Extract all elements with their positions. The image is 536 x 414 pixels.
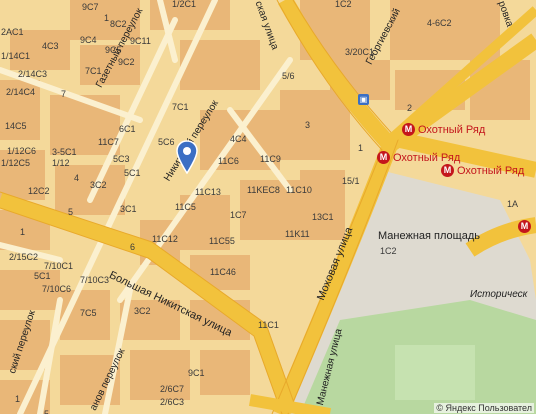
house-number: 11K11: [285, 229, 310, 239]
bus-stop-icon[interactable]: ▣: [358, 94, 369, 105]
house-number: 5: [44, 409, 50, 414]
house-number: 7C1: [172, 102, 189, 112]
house-number: 4: [74, 173, 80, 183]
house-number: 7C5: [80, 308, 97, 318]
house-number: 4C4: [230, 134, 247, 144]
place-label: Историческ: [470, 289, 528, 300]
metro-station-name: Охотный Ряд: [457, 164, 525, 177]
house-number: 1: [15, 394, 21, 404]
house-number: 1C7: [230, 210, 247, 220]
house-number: 11C10: [286, 185, 312, 195]
house-number: 15/1: [342, 176, 360, 186]
house-number: 4-6C2: [427, 18, 452, 28]
map-canvas[interactable]: 9C7 1/2C1 1C2 8C2 2AC1 9C4 4C3 9C5 9C11 …: [0, 0, 536, 414]
house-number: 1/2C1: [172, 0, 197, 9]
house-number: 7/10C6: [42, 284, 72, 294]
house-number: 1C2: [380, 246, 397, 256]
house-number: 2AC1: [1, 27, 24, 37]
location-pin-icon[interactable]: [176, 140, 198, 174]
house-number: 5/6: [282, 71, 295, 81]
metro-station[interactable]: M Охотный Ряд: [377, 151, 460, 164]
house-number: 13C1: [312, 212, 334, 222]
place-label: Манежная площадь: [378, 230, 480, 242]
house-number: 2/14C4: [6, 87, 36, 97]
house-number: 14C5: [5, 121, 27, 131]
house-number: 9C1: [188, 368, 205, 378]
house-number: 11C46: [210, 267, 236, 277]
park-lawn: [395, 345, 475, 400]
house-number: 11C13: [195, 187, 221, 197]
house-number: 9C2: [118, 57, 135, 67]
house-number: 3C2: [90, 180, 107, 190]
copyright-notice[interactable]: © Яндекс Пользовател: [434, 403, 534, 413]
house-number: 11C55: [209, 236, 235, 246]
house-number: 2/15C2: [9, 252, 39, 262]
house-number: 7: [61, 89, 67, 99]
house-number: 6C1: [119, 124, 136, 134]
house-number: 12C2: [28, 186, 50, 196]
house-number: 11C6: [218, 156, 239, 166]
metro-icon: M: [441, 164, 454, 177]
house-number: 2/14C3: [18, 69, 48, 79]
metro-station-name: Охотный Ряд: [418, 123, 486, 136]
house-number: 3-5C1: [52, 147, 77, 157]
house-number: 4C3: [42, 41, 59, 51]
house-number: 2: [407, 103, 413, 113]
house-number: 2/6C3: [160, 397, 185, 407]
house-number: 5: [68, 207, 74, 217]
house-number: 5C1: [124, 168, 141, 178]
metro-station[interactable]: M Охотный Ряд: [402, 123, 485, 136]
metro-icon: M: [377, 151, 390, 164]
house-number: 2/6C7: [160, 384, 185, 394]
metro-station[interactable]: M: [518, 220, 531, 233]
house-number: 5C1: [34, 271, 51, 281]
house-number: 7/10C3: [80, 275, 110, 285]
house-number: 5C6: [158, 137, 175, 147]
house-number: 1: [104, 13, 110, 23]
house-number: 3: [305, 120, 311, 130]
house-number: 1C2: [335, 0, 352, 9]
house-number: 1: [358, 143, 364, 153]
metro-station-name: Охотный Ряд: [393, 151, 461, 164]
metro-icon: M: [402, 123, 415, 136]
metro-icon: M: [518, 220, 531, 233]
house-number: 11C7: [98, 137, 119, 147]
house-number: 1/12: [52, 158, 70, 168]
house-number: 1/12C5: [1, 158, 31, 168]
house-number: 11C9: [260, 154, 281, 164]
house-number: 11C12: [152, 234, 178, 244]
house-number: 1/14C1: [1, 51, 31, 61]
house-number: 11KEC8: [247, 185, 280, 195]
house-number: 9C11: [130, 36, 151, 46]
house-number: 6: [130, 242, 136, 252]
metro-station[interactable]: M Охотный Ряд: [441, 164, 524, 177]
house-number: 1/12C6: [7, 146, 37, 156]
house-number: 11C5: [175, 202, 196, 212]
house-number: 1: [20, 227, 26, 237]
house-number: 3C1: [120, 204, 137, 214]
house-number: 1A: [507, 199, 519, 209]
house-number: 9C4: [80, 35, 97, 45]
house-number: 3C2: [134, 306, 151, 316]
house-number: 11C1: [258, 320, 279, 330]
map-base-layer: [0, 0, 536, 414]
house-number: 5C3: [113, 154, 130, 164]
house-number: 7/10C1: [44, 261, 74, 271]
house-number: 9C7: [82, 2, 99, 12]
